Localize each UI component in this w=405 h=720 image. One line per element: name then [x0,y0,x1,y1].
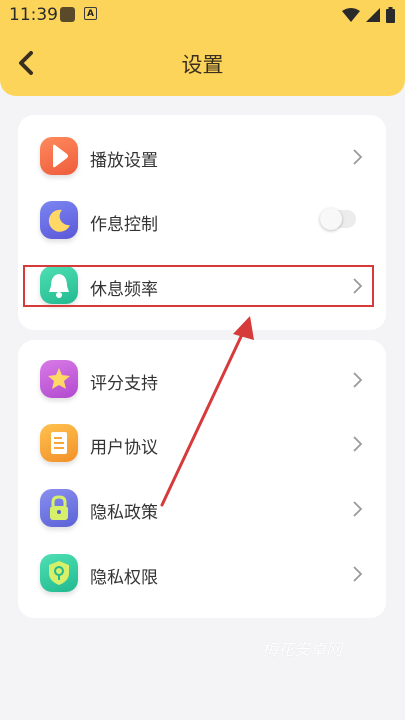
chevron-right-icon [353,436,363,452]
chevron-right-icon [353,372,363,388]
row-label: 休息频率 [90,280,158,300]
schedule-toggle[interactable] [320,208,356,230]
toggle-knob [320,208,342,230]
row-playback-settings[interactable]: 播放设置 [18,126,386,190]
lock-icon [40,489,78,527]
row-label: 隐私政策 [90,503,158,523]
row-label: 评分支持 [90,374,158,394]
moon-icon [40,201,78,239]
chevron-right-icon [353,149,363,165]
row-label: 隐私权限 [90,568,158,588]
notification-a-icon: A [84,7,97,20]
row-user-agreement[interactable]: 用户协议 [18,413,386,477]
status-time: 11:39 [9,5,58,25]
watermark: 梅花安卓网 [262,640,343,659]
row-rating-support[interactable]: 评分支持 [18,349,386,413]
chevron-right-icon [353,501,363,517]
row-privacy-permissions[interactable]: 隐私权限 [18,543,386,607]
location-shield-icon [40,554,78,592]
status-bar: 11:39 A [0,0,405,30]
status-icons [342,7,395,23]
chevron-right-icon [353,566,363,582]
play-icon [40,137,78,175]
document-icon [40,424,78,462]
signal-icon [366,8,380,22]
page-title: 设置 [181,53,224,77]
battery-icon [386,7,395,23]
settings-group-playback: 播放设置 作息控制 休息频率 [18,115,386,330]
bell-icon [40,266,78,304]
settings-group-about: 评分支持 用户协议 隐私政策 隐私权限 [18,340,386,618]
wifi-icon [342,8,360,22]
row-label: 播放设置 [90,151,158,171]
row-privacy-policy[interactable]: 隐私政策 [18,478,386,542]
row-rest-frequency[interactable]: 休息频率 [18,255,386,319]
row-label: 用户协议 [90,438,158,458]
star-icon [40,360,78,398]
row-label: 作息控制 [90,215,158,235]
row-schedule-control[interactable]: 作息控制 [18,190,386,254]
app-header: 设置 [0,30,405,96]
notification-icon [60,7,75,22]
chevron-right-icon [353,278,363,294]
